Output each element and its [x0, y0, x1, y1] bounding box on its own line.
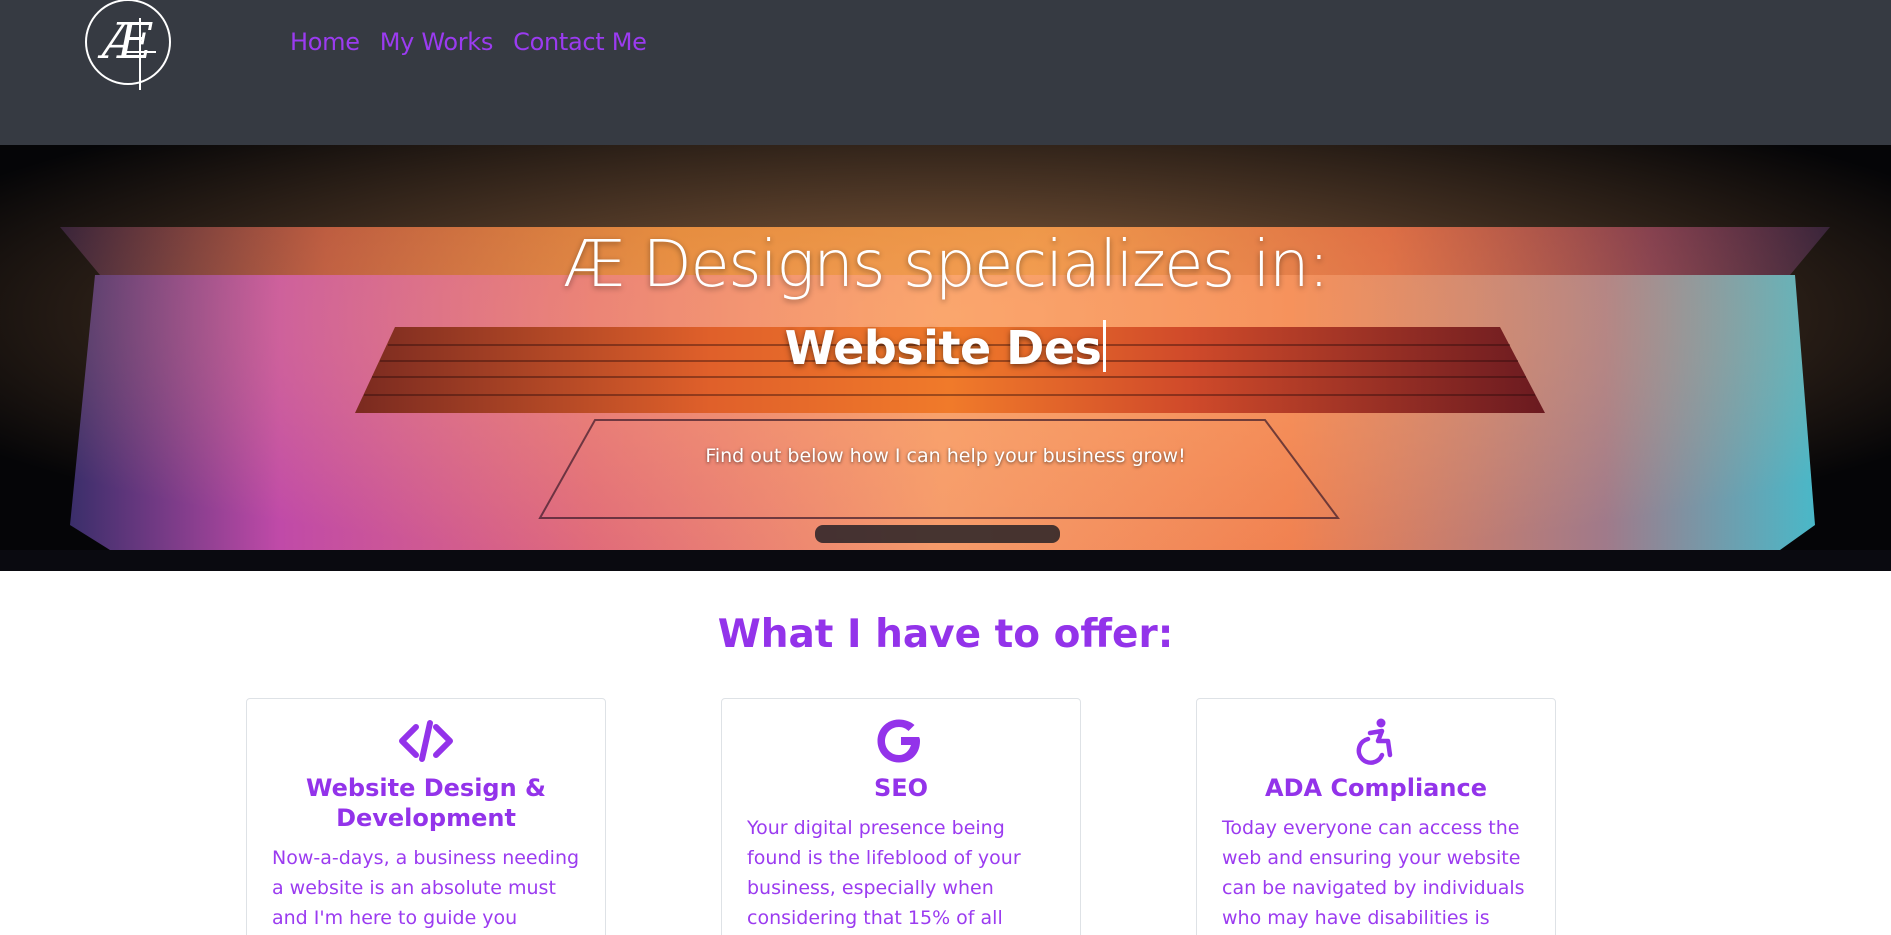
hero-typed-wrap: Website Des	[0, 320, 1891, 375]
service-card-ada[interactable]: ADA Compliance Today everyone can access…	[1196, 698, 1556, 935]
nav-my-works-link[interactable]: My Works	[380, 28, 494, 56]
card-title: SEO	[873, 774, 929, 802]
navbar: Æ Home My Works Contact Me	[0, 0, 1891, 145]
card-text: Today everyone can access the web and en…	[1222, 817, 1525, 929]
logo-icon[interactable]: Æ	[82, 0, 174, 92]
hero-banner: Æ Designs specializes in: Website Des Fi…	[0, 145, 1891, 571]
card-title: Website Design & Development	[306, 774, 546, 832]
google-icon	[877, 719, 920, 763]
nav-contact-link[interactable]: Contact Me	[513, 28, 647, 56]
card-title: ADA Compliance	[1265, 774, 1487, 802]
service-card-seo[interactable]: SEO Your digital presence being found is…	[721, 698, 1081, 935]
hero-subtitle: Find out below how I can help your busin…	[705, 445, 1186, 467]
card-text: Now-a-days, a business needing a website…	[272, 847, 580, 929]
typing-cursor	[1103, 320, 1107, 372]
wheelchair-icon	[1356, 718, 1393, 765]
card-text: Your digital presence being found is the…	[747, 817, 1021, 929]
svg-text:Æ: Æ	[97, 12, 153, 70]
nav-home-link[interactable]: Home	[290, 28, 360, 56]
hero-title: Æ Designs specializes in:	[562, 228, 1330, 302]
nav-links: Home My Works Contact Me	[290, 28, 667, 56]
service-card-web-design[interactable]: Website Design & Development Now-a-days,…	[246, 698, 606, 935]
offer-section-title: What I have to offer:	[717, 612, 1174, 657]
code-icon	[399, 720, 453, 762]
hero-typed-text: Website Des	[784, 321, 1102, 375]
